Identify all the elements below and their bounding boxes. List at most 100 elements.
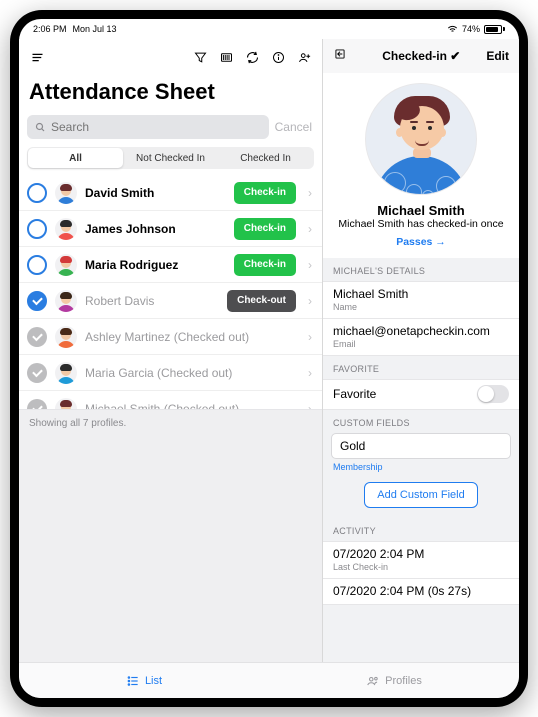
favorite-cell[interactable]: Favorite xyxy=(323,379,519,410)
search-input[interactable] xyxy=(51,120,262,134)
profile-avatar xyxy=(365,83,477,195)
list-row[interactable]: Michael Smith (Checked out) › xyxy=(19,391,322,409)
custom-field-input[interactable]: Gold xyxy=(331,433,511,459)
avatar xyxy=(55,362,77,384)
row-name: Maria Rodriguez xyxy=(85,258,226,272)
row-name: Michael Smith (Checked out) xyxy=(85,402,296,410)
seg-checked-in[interactable]: Checked In xyxy=(218,148,313,168)
menu-icon[interactable] xyxy=(25,45,49,69)
avatar xyxy=(55,182,77,204)
status-bar: 2:06 PM Mon Jul 13 74% xyxy=(19,19,519,39)
add-user-icon[interactable] xyxy=(292,45,316,69)
list-row[interactable]: James Johnson Check-in › xyxy=(19,211,322,247)
activity-cell-2: 07/2020 2:04 PM (0s 27s) xyxy=(323,579,519,605)
tab-profiles-label: Profiles xyxy=(385,675,422,687)
profile-card: Michael Smith Michael Smith has checked-… xyxy=(323,73,519,258)
filter-segmented[interactable]: All Not Checked In Checked In xyxy=(27,147,314,169)
row-name: Robert Davis xyxy=(85,294,219,308)
back-export-icon[interactable] xyxy=(333,47,347,66)
edit-button[interactable]: Edit xyxy=(486,49,509,63)
avatar xyxy=(55,218,77,240)
unchecked-indicator[interactable] xyxy=(27,255,47,275)
info-icon[interactable] xyxy=(266,45,290,69)
chevron-right-icon: › xyxy=(304,258,316,272)
list-row[interactable]: David Smith Check-in › xyxy=(19,175,322,211)
seg-not-checked-in[interactable]: Not Checked In xyxy=(123,148,218,168)
profile-subtitle: Michael Smith has checked-in once xyxy=(334,218,507,230)
check-in-button[interactable]: Check-in xyxy=(234,182,296,204)
list-row[interactable]: Ashley Martinez (Checked out) › xyxy=(19,319,322,355)
custom-header: CUSTOM FIELDS xyxy=(323,410,519,433)
chevron-right-icon: › xyxy=(304,186,316,200)
activity-header: ACTIVITY xyxy=(323,518,519,541)
chevron-right-icon: › xyxy=(304,402,316,410)
list-row[interactable]: Maria Garcia (Checked out) › xyxy=(19,355,322,391)
list-footer: Showing all 7 profiles. xyxy=(19,409,322,662)
list-row[interactable]: Maria Rodriguez Check-in › xyxy=(19,247,322,283)
unchecked-indicator[interactable] xyxy=(27,183,47,203)
tab-list-label: List xyxy=(145,675,162,687)
status-time: 2:06 PM xyxy=(33,24,67,34)
activity-cell: 07/2020 2:04 PM Last Check-in xyxy=(323,541,519,579)
detail-email-cell[interactable]: michael@onetapcheckin.com Email xyxy=(323,319,519,356)
search-icon xyxy=(34,121,46,133)
left-toolbar xyxy=(19,39,322,75)
favorite-toggle[interactable] xyxy=(477,385,509,403)
row-name: James Johnson xyxy=(85,222,226,236)
search-box[interactable] xyxy=(27,115,269,139)
favorite-header: FAVORITE xyxy=(323,356,519,379)
filter-icon[interactable] xyxy=(188,45,212,69)
chevron-right-icon: › xyxy=(304,222,316,236)
avatar xyxy=(55,326,77,348)
detail-name-value: Michael Smith xyxy=(333,287,509,301)
list-row[interactable]: Robert Davis Check-out › xyxy=(19,283,322,319)
barcode-icon[interactable] xyxy=(214,45,238,69)
wifi-icon xyxy=(447,24,458,35)
seg-all[interactable]: All xyxy=(28,148,123,168)
page-title: Attendance Sheet xyxy=(19,75,322,115)
status-date: Mon Jul 13 xyxy=(73,24,117,34)
attendee-list: David Smith Check-in › James Johnson Check-i… xyxy=(19,175,322,409)
check-in-button[interactable]: Check-in xyxy=(234,218,296,240)
check-out-button[interactable]: Check-out xyxy=(227,290,296,312)
avatar xyxy=(55,290,77,312)
detail-name-cell[interactable]: Michael Smith Name xyxy=(323,281,519,319)
tab-list[interactable]: List xyxy=(19,663,269,698)
chevron-right-icon: › xyxy=(304,330,316,344)
check-in-button[interactable]: Check-in xyxy=(234,254,296,276)
checked-in-status: Checked-in ✔ xyxy=(382,49,460,63)
right-toolbar: Checked-in ✔ Edit xyxy=(323,39,519,73)
activity-label: Last Check-in xyxy=(333,562,509,572)
battery-pct: 74% xyxy=(462,24,480,34)
row-name: David Smith xyxy=(85,186,226,200)
favorite-label: Favorite xyxy=(333,387,376,401)
chevron-right-icon: › xyxy=(304,366,316,380)
refresh-icon[interactable] xyxy=(240,45,264,69)
custom-field-label: Membership xyxy=(323,459,519,472)
activity-ts: 07/2020 2:04 PM xyxy=(333,547,509,561)
add-custom-field-button[interactable]: Add Custom Field xyxy=(364,482,477,508)
checked-out-indicator[interactable] xyxy=(27,363,47,383)
detail-email-value: michael@onetapcheckin.com xyxy=(333,324,509,338)
activity-ts-2: 07/2020 2:04 PM (0s 27s) xyxy=(333,584,509,598)
passes-link[interactable]: Passes → xyxy=(396,236,446,248)
details-header: MICHAEL'S DETAILS xyxy=(323,258,519,281)
row-name: Ashley Martinez (Checked out) xyxy=(85,330,296,344)
avatar xyxy=(55,254,77,276)
unchecked-indicator[interactable] xyxy=(27,219,47,239)
avatar xyxy=(55,398,77,410)
chevron-right-icon: › xyxy=(304,294,316,308)
detail-name-label: Name xyxy=(333,302,509,312)
detail-email-label: Email xyxy=(333,339,509,349)
checked-indicator[interactable] xyxy=(27,291,47,311)
battery-icon xyxy=(484,25,505,34)
bottom-tab-bar: List Profiles xyxy=(19,662,519,698)
search-cancel[interactable]: Cancel xyxy=(275,120,314,134)
tab-profiles[interactable]: Profiles xyxy=(269,663,519,698)
checked-out-indicator[interactable] xyxy=(27,327,47,347)
profiles-icon xyxy=(366,674,380,688)
list-icon xyxy=(126,674,140,688)
checked-out-indicator[interactable] xyxy=(27,399,47,410)
profile-name: Michael Smith xyxy=(377,203,464,218)
row-name: Maria Garcia (Checked out) xyxy=(85,366,296,380)
